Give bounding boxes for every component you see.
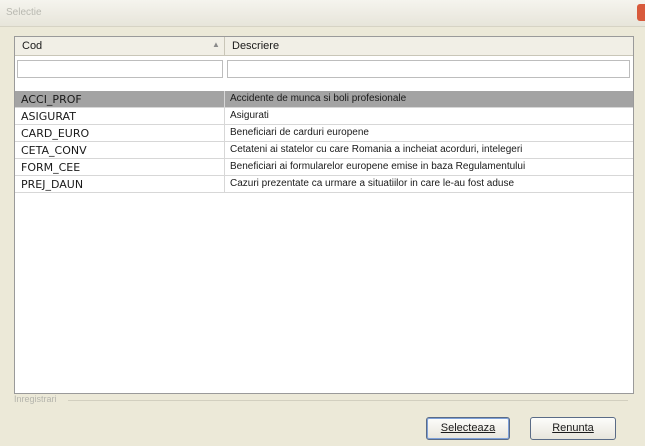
cell-cod: CETA_CONV [21,144,87,157]
close-button[interactable] [637,4,645,21]
window-title: Selectie [6,7,42,18]
column-divider [224,91,225,107]
cell-cod: PREJ_DAUN [21,178,84,191]
table-body: ACCI_PROF Accidente de munca si boli pro… [15,91,633,193]
table-row[interactable]: ASIGURAT Asigurati [15,108,633,125]
title-bar: Selectie [0,0,645,27]
column-divider [224,142,225,158]
column-header-descriere[interactable]: Descriere [225,37,633,56]
cell-cod: ACCI_PROF [21,93,82,106]
cell-descriere: Cazuri prezentate ca urmare a situatiilo… [230,178,515,189]
filter-input-cod[interactable] [17,60,223,78]
filter-input-descriere[interactable] [227,60,630,78]
cancel-button[interactable]: Renunta [530,417,616,440]
column-header-cod[interactable]: Cod ▲ [15,37,225,56]
grid-panel: Cod ▲ Descriere ACCI_PROF Accidente de m… [14,36,634,394]
cell-cod: ASIGURAT [21,110,76,123]
table-row[interactable]: PREJ_DAUN Cazuri prezentate ca urmare a … [15,176,633,193]
status-divider [68,400,628,401]
select-button[interactable]: Selecteaza [426,417,510,440]
cell-cod: CARD_EURO [21,127,90,140]
column-divider [224,125,225,141]
cell-descriere: Accidente de munca si boli profesionale [230,93,407,104]
cell-descriere: Asigurati [230,110,269,121]
table-row[interactable]: CETA_CONV Cetateni ai statelor cu care R… [15,142,633,159]
select-button-label: Selecteaza [440,422,496,434]
sort-asc-icon: ▲ [212,40,220,49]
cell-descriere: Cetateni ai statelor cu care Romania a i… [230,144,523,155]
cell-descriere: Beneficiari de carduri europene [230,127,369,138]
column-divider [224,108,225,124]
column-divider [224,159,225,175]
record-count-label: Inregistrari [14,394,57,404]
cell-descriere: Beneficiari ai formularelor europene emi… [230,161,526,172]
cancel-button-label: Renunta [552,422,594,434]
table-row[interactable]: ACCI_PROF Accidente de munca si boli pro… [15,91,633,108]
column-header-label: Descriere [232,40,280,52]
column-header-label: Cod [22,40,43,52]
cell-cod: FORM_CEE [21,161,81,174]
table-row[interactable]: FORM_CEE Beneficiari ai formularelor eur… [15,159,633,176]
column-divider [224,176,225,192]
table-row[interactable]: CARD_EURO Beneficiari de carduri europen… [15,125,633,142]
